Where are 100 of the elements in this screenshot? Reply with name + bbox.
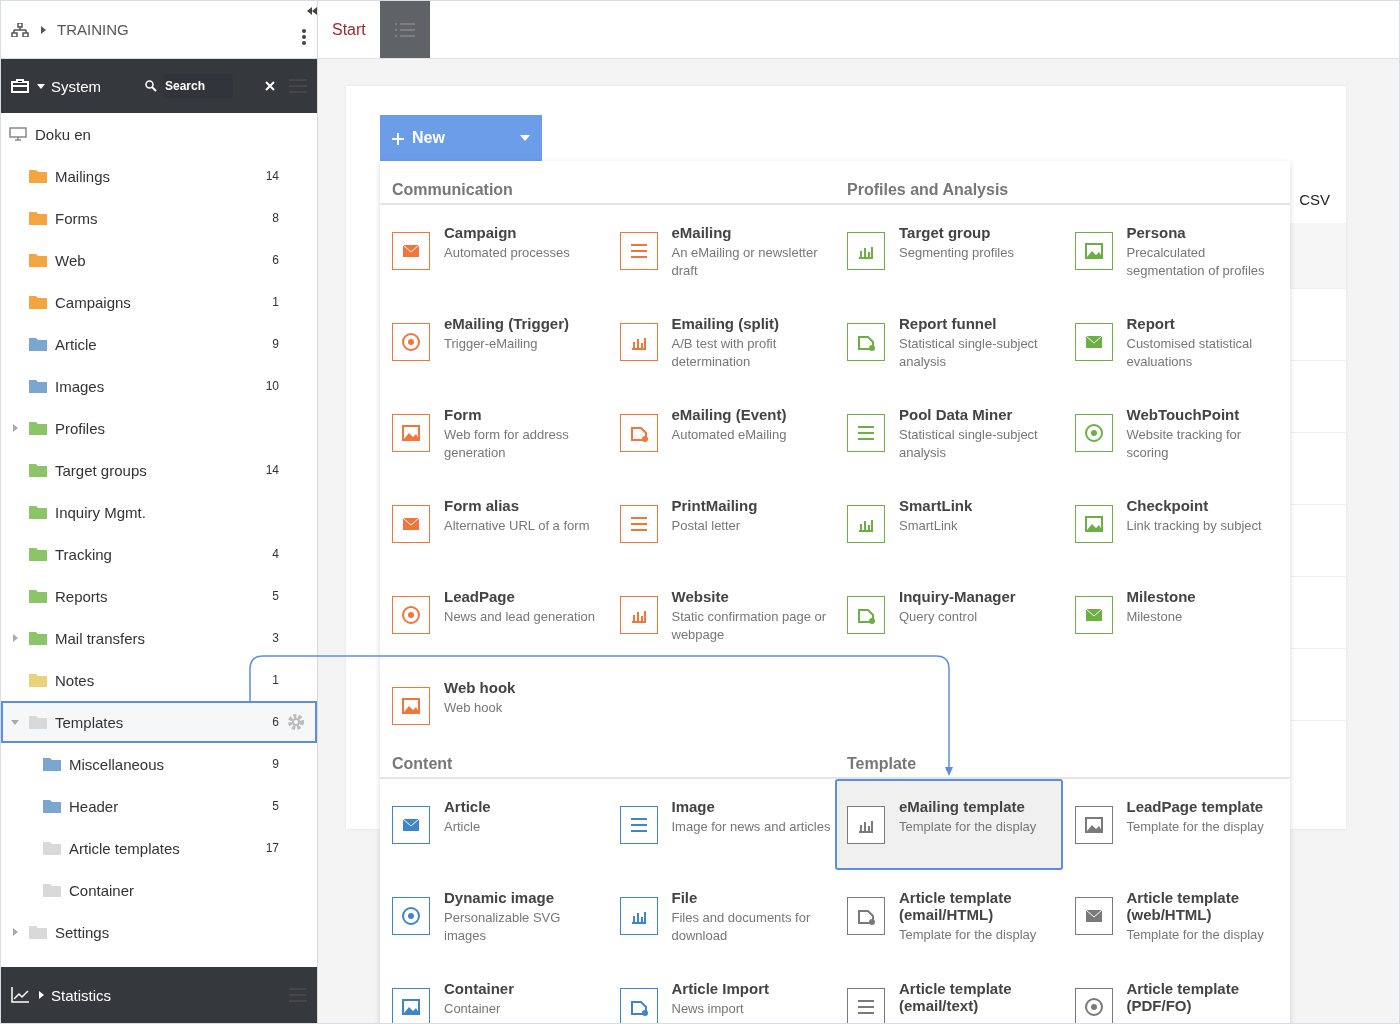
target-icon <box>1074 414 1113 452</box>
folder-icon <box>29 631 47 645</box>
tree-item[interactable]: Mail transfers 3 <box>1 617 317 659</box>
item-count: 6 <box>271 715 279 729</box>
menu-item-description: Customised statistical evaluations <box>1126 335 1254 371</box>
list-icon <box>847 988 885 1023</box>
tree-item[interactable]: Notes 1 <box>1 659 317 701</box>
folder-icon <box>29 589 47 603</box>
folder-icon <box>29 673 47 687</box>
menu-item-description: Automated eMailing <box>671 426 787 444</box>
tree-item-label: Inquiry Mgmt. <box>55 503 147 521</box>
bar-chart-icon <box>847 232 885 270</box>
tree-item-label: Target groups <box>55 461 148 479</box>
menu-item-title: Target group <box>899 224 992 241</box>
tree-item[interactable]: Miscellaneous 9 <box>1 743 317 785</box>
tree-item[interactable]: Mailings 14 <box>1 155 317 197</box>
tree-item[interactable]: Target groups 14 <box>1 449 317 491</box>
menu-item-title: Report <box>1126 315 1176 332</box>
tree-item[interactable]: Settings <box>1 911 317 953</box>
column-header: CSV <box>1299 190 1330 208</box>
tree-item-label: Reports <box>55 587 109 605</box>
item-count: 1 <box>271 295 279 309</box>
tree-item-label: Article templates <box>69 839 181 857</box>
menu-item-description: Personalizable SVG images <box>444 909 562 945</box>
collapse-icon[interactable] <box>307 7 317 15</box>
folder-icon <box>43 883 61 897</box>
hierarchy-icon[interactable] <box>11 22 29 37</box>
folder-icon <box>29 463 47 477</box>
search-field[interactable]: Search <box>163 74 233 98</box>
envelope-icon <box>1074 897 1113 935</box>
list-icon <box>619 806 658 844</box>
menu-item-description: Statistical single-subject analysis <box>899 335 1039 371</box>
kebab-menu-icon[interactable] <box>301 27 307 46</box>
menu-item-title: Checkpoint <box>1126 497 1210 514</box>
menu-item-title: SmartLink <box>899 497 973 514</box>
caret-icon <box>520 135 530 141</box>
menu-item-description: Image for news and articles <box>671 818 831 836</box>
tree-item[interactable]: Header 5 <box>1 785 317 827</box>
menu-item-description: Segmenting profiles <box>899 244 1014 262</box>
menu-item-description: Static confirmation page or webpage <box>671 608 828 644</box>
document-icon <box>847 596 885 634</box>
folder-icon <box>29 547 47 561</box>
menu-item-title: Dynamic image <box>444 889 556 906</box>
folder-icon <box>43 757 61 771</box>
menu-item-description: News import <box>671 1000 745 1018</box>
tree-item[interactable]: Images 10 <box>1 365 317 407</box>
tree-item[interactable]: Container <box>1 869 317 911</box>
tree-item-label: Forms <box>55 209 99 227</box>
gear-icon[interactable] <box>287 713 305 731</box>
close-icon[interactable] <box>265 81 275 91</box>
folder-icon <box>43 841 61 855</box>
caret-icon[interactable] <box>37 82 45 90</box>
menu-item-description: Milestone <box>1126 608 1184 626</box>
menu-item-description: Automated processes <box>444 244 570 262</box>
menu-item[interactable]: eMailing template Template for the display <box>835 779 1063 870</box>
tree-item[interactable]: Web 6 <box>1 239 317 281</box>
menu-item-title: Article template (web/HTML) <box>1126 889 1241 923</box>
menu-item-description: Web form for address generation <box>444 426 570 462</box>
menu-item-title: Form <box>444 406 483 423</box>
caret-icon[interactable] <box>37 991 45 999</box>
document-icon <box>847 323 885 361</box>
item-count: 9 <box>271 337 279 351</box>
tree-root-label[interactable]: Doku en <box>35 125 305 143</box>
list-view-tab[interactable] <box>379 1 430 58</box>
envelope-icon <box>1074 596 1113 634</box>
menu-item-title: Milestone <box>1126 588 1196 605</box>
menu-item-description: News and lead generation <box>444 608 596 626</box>
menu-item-title: eMailing <box>671 224 733 241</box>
system-dropdown[interactable]: System <box>37 77 101 95</box>
tree-item[interactable]: Forms 8 <box>1 197 317 239</box>
tree-item[interactable]: Article templates 17 <box>1 827 317 869</box>
envelope-icon <box>392 505 430 543</box>
statistics-section[interactable]: Statistics <box>37 986 111 1004</box>
menu-item-title: Article Import <box>671 980 769 997</box>
menu-item-title: Container <box>444 980 514 997</box>
menu-item-description: Statistical single-subject analysis <box>899 426 1039 462</box>
tree-item[interactable]: Reports 5 <box>1 575 317 617</box>
tree-item-label: Profiles <box>55 419 107 437</box>
tree-item[interactable]: Templates 6 <box>1 701 317 743</box>
caret-icon[interactable] <box>39 25 47 34</box>
menu-item-title: Article template (PDF/FO) <box>1126 980 1241 1014</box>
item-count: 8 <box>271 211 279 225</box>
bar-chart-icon <box>619 323 658 361</box>
list-icon <box>394 22 415 37</box>
folder-icon <box>29 169 47 183</box>
tree-item-label: Mailings <box>55 167 112 185</box>
tree-item[interactable]: Campaigns 1 <box>1 281 317 323</box>
menu-item-description: Precalculated segmentation of profiles <box>1126 244 1266 280</box>
menu-item-title: Article template (email/text) <box>899 980 1013 1014</box>
folder-icon <box>43 799 61 813</box>
item-count: 4 <box>271 547 279 561</box>
tree-item[interactable]: Profiles <box>1 407 317 449</box>
tree-item[interactable]: Inquiry Mgmt. <box>1 491 317 533</box>
tree-item[interactable]: Tracking 4 <box>1 533 317 575</box>
tree-item-label: Tracking <box>55 545 113 563</box>
folder-icon <box>29 421 47 435</box>
image-icon <box>1074 232 1113 270</box>
menu-item-title: Persona <box>1126 224 1187 241</box>
menu-item-description: Template for the display <box>1126 926 1265 944</box>
tree-item[interactable]: Article 9 <box>1 323 317 365</box>
